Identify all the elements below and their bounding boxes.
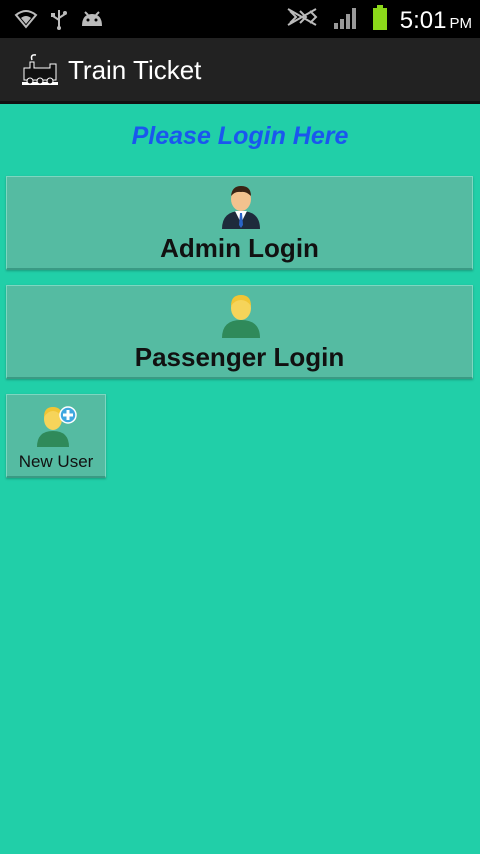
passenger-user-icon	[220, 292, 262, 338]
new-user-button[interactable]: New User	[6, 394, 106, 478]
page-heading: Please Login Here	[131, 122, 349, 150]
signal-bars-icon	[332, 5, 360, 36]
notification-icons	[14, 8, 104, 35]
login-screen: Please Login Here Admin Login Passenger …	[0, 104, 480, 854]
android-icon	[80, 10, 104, 33]
admin-login-label: Admin Login	[160, 233, 319, 263]
no-signal-icon	[286, 5, 320, 36]
new-user-label: New User	[18, 452, 94, 471]
admin-user-icon	[220, 183, 262, 229]
usb-icon	[50, 8, 68, 35]
action-bar: Train Ticket	[0, 38, 480, 104]
wifi-icon	[14, 9, 38, 34]
admin-login-button[interactable]: Admin Login	[6, 176, 473, 270]
passenger-login-button[interactable]: Passenger Login	[6, 285, 473, 379]
status-clock: 5:01 PM	[400, 7, 472, 35]
clock-time: 5:01	[399, 6, 447, 34]
battery-icon	[372, 4, 388, 37]
train-logo-icon[interactable]	[20, 52, 60, 88]
app-title: Train Ticket	[68, 55, 202, 85]
passenger-login-label: Passenger Login	[134, 342, 345, 372]
clock-ampm: PM	[449, 14, 473, 32]
status-bar: 5:01 PM	[0, 0, 480, 38]
system-icons: 5:01 PM	[286, 4, 472, 37]
add-user-icon	[35, 401, 79, 447]
